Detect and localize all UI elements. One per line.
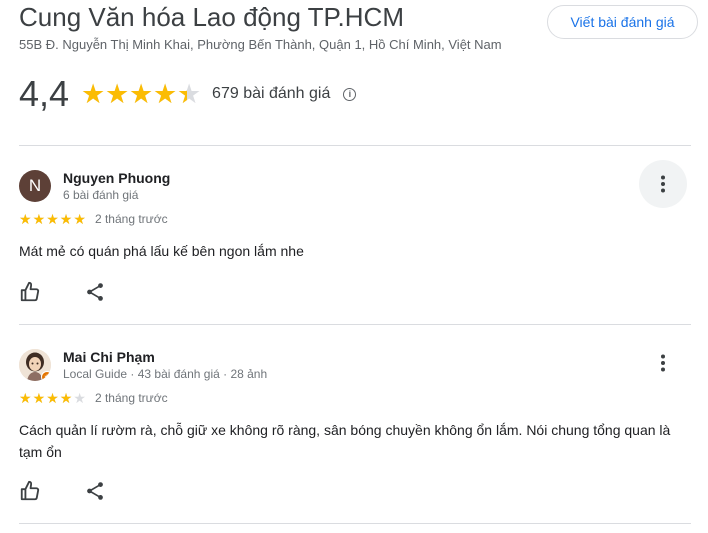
avatar[interactable]: ★ bbox=[19, 349, 51, 381]
avatar[interactable]: N bbox=[19, 170, 51, 202]
star-icon: ★★ bbox=[177, 78, 202, 109]
divider bbox=[19, 324, 691, 325]
thumb-up-icon bbox=[20, 281, 40, 302]
place-title: Cung Văn hóa Lao động TP.HCM bbox=[19, 2, 404, 32]
like-button[interactable] bbox=[19, 480, 41, 502]
local-guide-badge-icon: ★ bbox=[41, 371, 51, 381]
review-rating: ★★★★★★★★★★ 2 tháng trước bbox=[19, 391, 168, 405]
review-count[interactable]: 679 bài đánh giá bbox=[212, 85, 330, 103]
more-vert-icon bbox=[661, 354, 665, 372]
review-card: ★ Mai Chi Phạm Local Guide · 43 bài đánh… bbox=[19, 349, 691, 509]
share-icon bbox=[87, 482, 103, 500]
star-icon: ★★ bbox=[129, 78, 154, 109]
review-author-meta: Local Guide · 43 bài đánh giá · 28 ảnh bbox=[63, 367, 268, 381]
star-icon: ★★ bbox=[46, 390, 59, 406]
thumb-up-icon bbox=[20, 480, 40, 501]
star-icon: ★★ bbox=[19, 390, 32, 406]
star-icon: ★★ bbox=[153, 78, 178, 109]
info-icon[interactable]: i bbox=[343, 87, 357, 101]
review-date: 2 tháng trước bbox=[94, 391, 168, 405]
star-icon: ★★ bbox=[32, 390, 46, 406]
review-author-meta: 6 bài đánh giá bbox=[63, 188, 139, 202]
review-text: Mát mẻ có quán phá lấu kế bên ngon lắm n… bbox=[19, 243, 304, 259]
star-icon: ★★ bbox=[73, 211, 86, 227]
star-icon: ★★ bbox=[46, 211, 59, 227]
review-text: Cách quản lí rườm rà, chỗ giữ xe không r… bbox=[19, 422, 671, 460]
divider bbox=[19, 145, 691, 146]
star-icon: ★★ bbox=[59, 211, 73, 227]
star-icon: ★★ bbox=[73, 390, 86, 406]
review-date: 2 tháng trước bbox=[94, 212, 168, 226]
star-icon: ★★ bbox=[59, 390, 73, 406]
average-rating-stars: ★★★★★★★★★★ bbox=[81, 78, 202, 109]
rating-summary: 4,4 ★★★★★★★★★★ 679 bài đánh giá i bbox=[19, 72, 357, 116]
review-author[interactable]: Mai Chi Phạm bbox=[63, 349, 155, 365]
more-options-button[interactable] bbox=[639, 160, 687, 208]
share-button[interactable] bbox=[84, 281, 106, 303]
review-card: N Nguyen Phuong 6 bài đánh giá ★ ★ ★ ★ ★ ★ ★ ★ ★… bbox=[19, 160, 691, 310]
review-stars: ★★★★★★★★★★ bbox=[19, 391, 87, 405]
more-options-button[interactable] bbox=[639, 339, 687, 387]
place-address: 55B Đ. Nguyễn Thị Minh Khai, Phường Bến … bbox=[19, 37, 502, 52]
star-icon: ★★ bbox=[19, 211, 32, 227]
write-review-button[interactable]: Viết bài đánh giá bbox=[547, 5, 698, 39]
share-button[interactable] bbox=[84, 480, 106, 502]
avatar-initial: N bbox=[28, 176, 42, 195]
share-icon bbox=[87, 283, 103, 301]
review-author[interactable]: Nguyen Phuong bbox=[63, 170, 170, 186]
star-icon: ★★ bbox=[81, 78, 106, 109]
divider bbox=[19, 523, 691, 524]
star-icon: ★★ bbox=[105, 78, 130, 109]
star-icon: ★★ bbox=[32, 211, 46, 227]
average-rating: 4,4 bbox=[19, 73, 70, 114]
like-button[interactable] bbox=[19, 281, 41, 303]
review-stars: ★★★★★★★★★★ bbox=[19, 212, 87, 226]
more-vert-icon bbox=[661, 175, 665, 193]
review-rating: ★★★★★★★★★★ 2 tháng trước bbox=[19, 212, 168, 226]
